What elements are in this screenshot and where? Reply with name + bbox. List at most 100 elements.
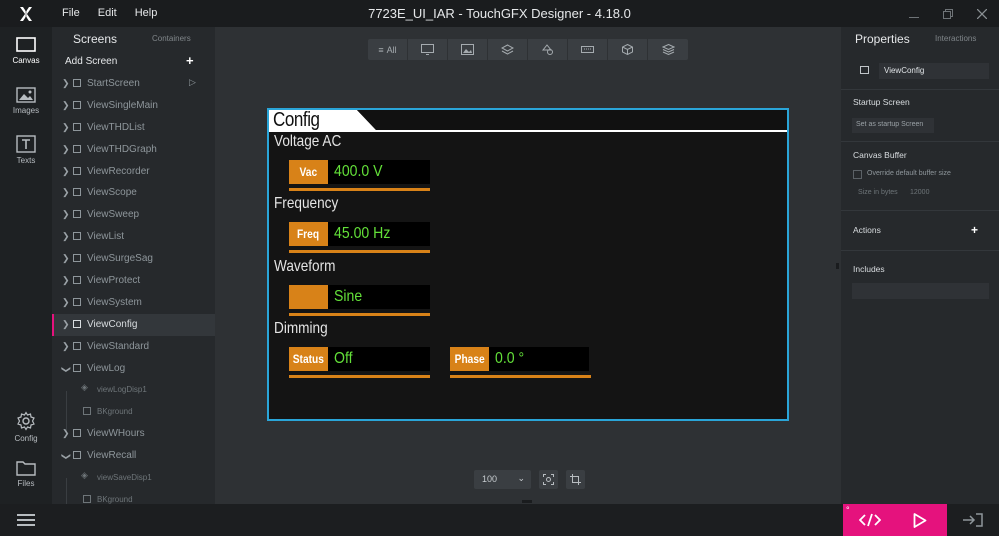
filter-containers-button[interactable] <box>488 39 528 60</box>
waveform-field[interactable]: Sine <box>289 285 430 317</box>
left-nav: Canvas Images Texts Config Files <box>0 27 52 504</box>
screen-item-viewrecall[interactable]: ❯ ViewRecall <box>52 445 215 467</box>
generate-code-icon[interactable] <box>859 513 881 527</box>
filter-shapes-button[interactable] <box>528 39 568 60</box>
vac-field[interactable]: Vac 400.0 V <box>289 160 430 192</box>
crop-button[interactable] <box>566 470 585 489</box>
tab-properties[interactable]: Properties <box>855 32 910 46</box>
nav-texts-label: Texts <box>16 156 36 165</box>
includes-field[interactable] <box>852 283 989 299</box>
chevron-right-icon[interactable]: ❯ <box>62 144 70 155</box>
fit-to-screen-button[interactable] <box>539 470 558 489</box>
right-panel-handle[interactable] <box>836 263 839 269</box>
nav-config[interactable]: Config <box>0 411 52 443</box>
size-in-bytes-field[interactable]: 12000 <box>910 189 929 196</box>
tab-containers[interactable]: Containers <box>152 34 191 43</box>
screen-name-row: ViewConfig <box>852 63 989 79</box>
screen-item-viewprotect[interactable]: ❯ ViewProtect <box>52 270 215 292</box>
chevron-right-icon[interactable]: ❯ <box>62 122 70 133</box>
set-startup-screen-button[interactable]: Set as startup Screen <box>852 118 934 133</box>
chevron-down-icon[interactable]: ❯ <box>60 453 71 461</box>
restore-icon[interactable] <box>931 0 965 27</box>
tab-interactions[interactable]: Interactions <box>935 34 976 43</box>
widget-item-viewlogdisp1[interactable]: ◈ viewLogDisp1 <box>52 379 215 401</box>
screen-item-viewstandard[interactable]: ❯ ViewStandard <box>52 336 215 358</box>
tab-screens[interactable]: Screens <box>73 32 117 46</box>
screen-name-field[interactable]: ViewConfig <box>879 63 989 79</box>
size-in-bytes-label: Size in bytes <box>858 189 898 196</box>
screen-icon <box>73 188 81 197</box>
canvas-area[interactable]: ≡ All Config Voltage AC Vac 400.0 V Freq… <box>215 27 841 504</box>
screen-item-viewsweep[interactable]: ❯ ViewSweep <box>52 204 215 226</box>
nav-texts[interactable]: Texts <box>0 135 52 165</box>
add-action-plus-icon[interactable]: + <box>971 223 978 237</box>
hamburger-menu-icon[interactable] <box>17 514 35 529</box>
bottom-panel-handle[interactable] <box>522 500 532 503</box>
chevron-right-icon[interactable]: ❯ <box>62 428 70 439</box>
nav-files[interactable]: Files <box>0 460 52 488</box>
filter-display-button[interactable] <box>408 39 448 60</box>
nav-images[interactable]: Images <box>0 87 52 115</box>
image-widget-icon <box>83 494 91 503</box>
add-screen-plus-icon[interactable]: + <box>186 53 194 68</box>
zoom-select[interactable]: 100 ⌄ <box>474 470 531 489</box>
vac-value: 400.0 V <box>334 163 383 180</box>
screen-item-viewthdgraph[interactable]: ❯ ViewTHDGraph <box>52 139 215 161</box>
screen-item-viewthdlist[interactable]: ❯ ViewTHDList <box>52 117 215 139</box>
widget-item-label: BKground <box>97 494 133 504</box>
screen-item-viewlog[interactable]: ❯ ViewLog <box>52 358 215 380</box>
export-icon[interactable] <box>962 513 984 530</box>
menu-help[interactable]: Help <box>135 7 158 19</box>
phase-value-box: 0.0 ° <box>489 347 589 371</box>
screen-item-viewlist[interactable]: ❯ ViewList <box>52 226 215 248</box>
close-icon[interactable] <box>965 0 999 27</box>
screen-item-viewrecorder[interactable]: ❯ ViewRecorder <box>52 161 215 183</box>
filter-3d-button[interactable] <box>608 39 648 60</box>
chevron-right-icon[interactable]: ❯ <box>62 209 70 220</box>
chevron-right-icon[interactable]: ❯ <box>62 78 70 89</box>
run-simulator-icon[interactable] <box>913 513 927 528</box>
minimize-icon[interactable] <box>897 0 931 27</box>
chevron-right-icon[interactable]: ❯ <box>62 275 70 286</box>
filter-images-button[interactable] <box>448 39 488 60</box>
add-screen-row[interactable]: Add Screen + <box>52 51 215 73</box>
screen-list: ❯ StartScreen ▷ ❯ ViewSingleMain ❯ ViewTHDLi… <box>52 73 215 522</box>
touchgfx-logo-icon[interactable] <box>0 0 52 27</box>
chevron-down-icon[interactable]: ❯ <box>60 365 71 373</box>
screen-item-viewscope[interactable]: ❯ ViewScope <box>52 182 215 204</box>
screens-panel: Screens Containers Add Screen + ❯ StartSc… <box>52 27 215 522</box>
chevron-right-icon[interactable]: ❯ <box>62 187 70 198</box>
override-buffer-checkbox[interactable] <box>853 170 862 179</box>
nav-canvas[interactable]: Canvas <box>0 37 52 65</box>
screen-item-viewsystem[interactable]: ❯ ViewSystem <box>52 292 215 314</box>
voltage-ac-label: Voltage AC <box>274 133 342 150</box>
screen-item-viewsinglemain[interactable]: ❯ ViewSingleMain <box>52 95 215 117</box>
filter-input-button[interactable] <box>568 39 608 60</box>
filter-all-button[interactable]: ≡ All <box>368 39 408 60</box>
menu-edit[interactable]: Edit <box>98 7 117 19</box>
widget-item-viewsavedisp1[interactable]: ◈ viewSaveDisp1 <box>52 467 215 489</box>
screen-icon <box>73 341 81 350</box>
design-screen-viewconfig[interactable]: Config Voltage AC Vac 400.0 V Frequency … <box>267 108 789 421</box>
chevron-right-icon[interactable]: ❯ <box>62 100 70 111</box>
menu-file[interactable]: File <box>62 7 80 19</box>
chevron-right-icon[interactable]: ❯ <box>62 166 70 177</box>
chevron-right-icon[interactable]: ❯ <box>62 341 70 352</box>
divider <box>841 141 999 142</box>
chevron-right-icon[interactable]: ❯ <box>62 253 70 264</box>
screen-item-startscreen[interactable]: ❯ StartScreen ▷ <box>52 73 215 95</box>
play-icon[interactable]: ▷ <box>189 77 196 88</box>
screen-item-viewconfig[interactable]: ❯ ViewConfig <box>52 313 215 336</box>
screen-icon <box>73 144 81 153</box>
status-field[interactable]: Status Off <box>289 347 430 379</box>
chevron-right-icon[interactable]: ❯ <box>62 319 70 330</box>
chevron-right-icon[interactable]: ❯ <box>62 297 70 308</box>
freq-field[interactable]: Freq 45.00 Hz <box>289 222 430 254</box>
screen-item-label: ViewStandard <box>87 340 150 352</box>
filter-stack-button[interactable] <box>648 39 688 60</box>
screen-item-viewwhours[interactable]: ❯ ViewWHours <box>52 423 215 445</box>
phase-field[interactable]: Phase 0.0 ° <box>450 347 591 379</box>
chevron-right-icon[interactable]: ❯ <box>62 231 70 242</box>
screen-item-viewsurgesag[interactable]: ❯ ViewSurgeSag <box>52 248 215 270</box>
widget-item-bkground[interactable]: BKground <box>52 401 215 423</box>
